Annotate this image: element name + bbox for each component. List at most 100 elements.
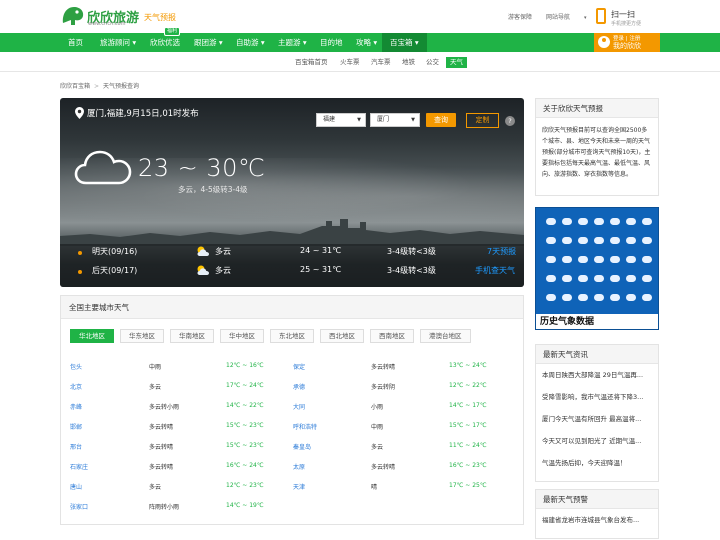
weather-glyph-icon [610,275,620,282]
query-button[interactable]: 查询 [426,113,456,127]
breadcrumb-separator: > [94,83,100,90]
nav-item-theme-tour[interactable]: 主题游 ▾ [270,33,315,52]
city-name[interactable]: 保定 [293,362,305,371]
custom-button[interactable]: 定制 [466,113,499,128]
city-name[interactable]: 承德 [293,382,305,391]
weather-glyph-icon [562,256,572,263]
city-weather: 中雨 [371,424,384,431]
city-weather: 阵雨转小雨 [149,504,180,511]
news-item[interactable]: 受降雪影响，我市气温还将下降3... [536,386,658,408]
weather-glyph-icon [642,256,652,263]
chevron-down-icon: ▾ [260,38,265,47]
top-link-site-nav[interactable]: 网站导航 ▾ [546,14,587,21]
subnav-transit[interactable]: 公交 [426,57,439,68]
city-temp: 14℃ ~ 22℃ [226,402,264,409]
city-name[interactable]: 天津 [293,482,305,491]
nav-item-guide[interactable]: 攻略 ▾ [348,33,385,52]
province-select[interactable]: 福建 ▼ [316,113,366,127]
tab-northeast[interactable]: 东北地区 [270,329,314,343]
city-name[interactable]: 唐山 [70,482,82,491]
subnav-toolbox-home[interactable]: 百宝箱首页 [295,57,328,68]
partly-cloudy-icon [197,246,209,256]
city-temp: 16℃ ~ 24℃ [226,462,264,469]
city-temp: 15℃ ~ 23℃ [226,442,264,449]
my-account-link[interactable]: 我的欣欣 [613,41,641,51]
chevron-down-icon: ▾ [583,15,587,21]
breadcrumb-weather: 天气预报查询 [103,83,140,90]
city-temp: 12℃ ~ 22℃ [449,382,487,389]
weather-glyph-icon [626,256,636,263]
breadcrumb-toolbox[interactable]: 欣欣百宝箱 [60,83,90,90]
weather-glyph-icon [594,237,604,244]
nav-item-destination[interactable]: 目的地 [312,33,351,52]
tab-hk-macao-taiwan[interactable]: 港澳台地区 [420,329,471,343]
tab-northwest[interactable]: 西北地区 [320,329,364,343]
news-item[interactable]: 今天又可以见到阳光了 近期气温... [536,430,658,452]
city-weather: 多云转小雨 [149,404,180,411]
city-weather: 多云转晴 [371,464,396,471]
welfare-badge: 福利 [164,27,181,36]
nav-item-toolbox[interactable]: 百宝箱 ▾ [382,33,427,52]
weather-glyph-icon [562,237,572,244]
city-temp: 12℃ ~ 23℃ [226,482,264,489]
mobile-weather-link[interactable]: 手机查天气 [475,265,515,276]
subnav-weather[interactable]: 天气 [446,57,467,68]
login-button[interactable]: 登录 | 注册 我的欣欣 [594,33,660,52]
news-item[interactable]: 气温先扬后抑，今天迎降温！ [536,452,658,474]
news-item[interactable]: 本周日陕西大部降温 29日气温再... [536,364,658,386]
nav-item-group-tour[interactable]: 跟团游 ▾ [186,33,231,52]
city-weather: 多云转阴 [371,384,396,391]
brand-url: www.cncn.com [88,21,126,27]
nav-item-advisor[interactable]: 旅游顾问 ▾ [92,33,144,52]
subnav-bus[interactable]: 汽车票 [371,57,391,68]
scan-title[interactable]: 扫一扫 [611,9,635,20]
top-link-guarantee[interactable]: 游客保障 [508,14,532,21]
weather-glyph-icon [642,275,652,282]
weather-glyph-icon [578,256,588,263]
tab-east-china[interactable]: 华东地区 [120,329,164,343]
chevron-down-icon: ▾ [302,38,307,47]
history-weather-banner[interactable]: 历史气象数据 [535,207,659,330]
seven-day-forecast-link[interactable]: 7天预报 [487,246,516,257]
city-name[interactable]: 北京 [70,382,82,391]
weather-glyph-icon [626,294,636,301]
subnav-train[interactable]: 火车票 [340,57,360,68]
city-name[interactable]: 太原 [293,462,305,471]
logo-icon[interactable] [60,3,86,27]
city-weather: 多云转晴 [149,444,174,451]
city-name[interactable]: 大同 [293,402,305,411]
city-name[interactable]: 张家口 [70,502,88,511]
city-name[interactable]: 呼和浩特 [293,422,317,431]
news-item[interactable]: 厦门今天气温有所回升 最高温将... [536,408,658,430]
nav-item-selection[interactable]: 欣欣优选 福利 [142,27,188,52]
city-weather: 多云 [149,484,162,491]
weather-hero: 厦门,福建,9月15日,01时发布 福建 ▼ 厦门 ▼ 查询 定制 ? 23 ~ 3… [60,98,524,287]
warning-title: 最新天气预警 [536,490,658,509]
city-name[interactable]: 邢台 [70,442,82,451]
city-temp: 15℃ ~ 17℃ [449,422,487,429]
tab-central-china[interactable]: 华中地区 [220,329,264,343]
city-temp: 15℃ ~ 23℃ [226,422,264,429]
forecast-temp: 25 ~ 31℃ [300,265,342,274]
city-name[interactable]: 包头 [70,362,82,371]
city-name[interactable]: 邯郸 [70,422,82,431]
tab-north-china[interactable]: 华北地区 [70,329,114,343]
chevron-down-icon: ▾ [373,38,378,47]
city-name[interactable]: 秦皇岛 [293,442,311,451]
about-text: 欣欣天气预报目前可以查询全国2500多个城市、县、地区今天和未来一周的天气预报(… [542,127,651,178]
subnav-metro[interactable]: 地铁 [402,57,415,68]
nav-item-self-tour[interactable]: 自助游 ▾ [228,33,273,52]
city-name[interactable]: 赤峰 [70,402,82,411]
weather-glyph-icon [626,218,636,225]
phone-icon [596,8,606,24]
tab-south-china[interactable]: 华南地区 [170,329,214,343]
chevron-down-icon: ▾ [414,38,419,47]
city-name[interactable]: 石家庄 [70,462,88,471]
weather-glyph-icon [546,237,556,244]
tab-southwest[interactable]: 西南地区 [370,329,414,343]
warning-item[interactable]: 福建省龙岩市连城县气象台发布... [536,509,658,531]
city-select[interactable]: 厦门 ▼ [370,113,420,127]
help-icon[interactable]: ? [505,116,515,126]
sub-nav: 百宝箱首页 火车票 汽车票 地铁 公交 天气 [0,52,720,72]
nav-item-home[interactable]: 首页 [60,33,91,52]
